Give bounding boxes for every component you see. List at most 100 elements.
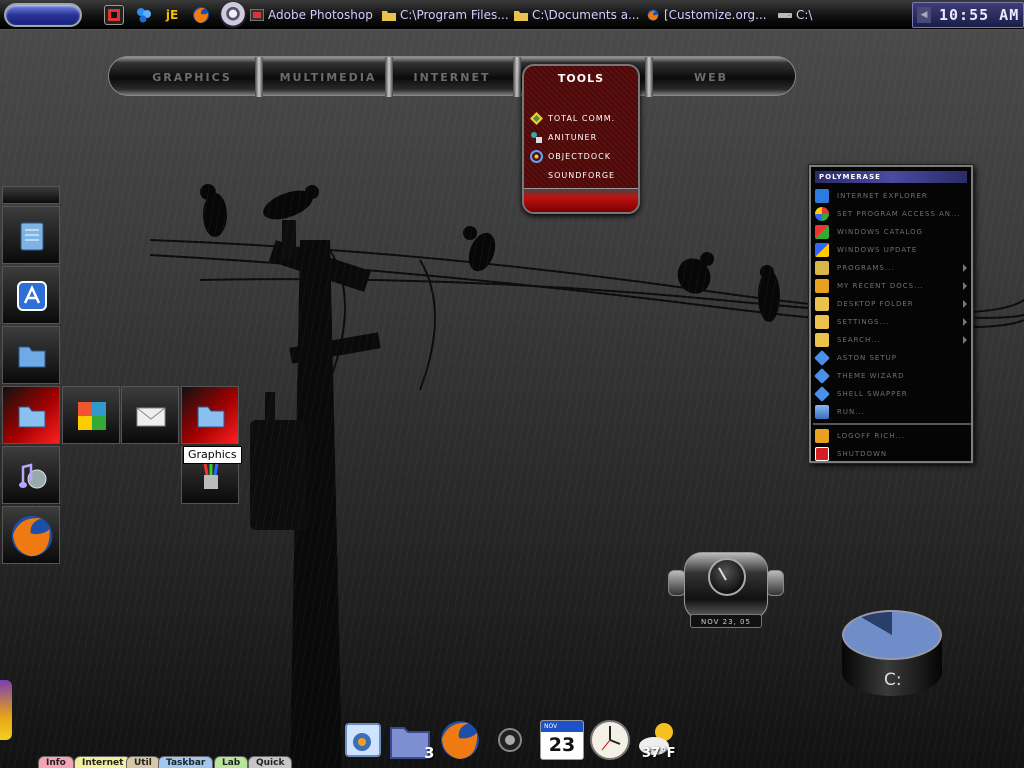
bottom-dock: 3 NOV 23 37°F xyxy=(342,712,682,768)
dock-item-app[interactable] xyxy=(2,266,60,324)
menu-item-search[interactable]: SEARCH... xyxy=(815,331,969,349)
clock-widget[interactable]: NOV 23, 05 xyxy=(668,552,784,636)
menu-item-label: ASTON SETUP xyxy=(837,354,897,362)
menu-item-desktop-folder[interactable]: DESKTOP FOLDER xyxy=(815,295,969,313)
clock-icon[interactable] xyxy=(588,718,632,762)
menu-item-internet-explorer[interactable]: INTERNET EXPLORER xyxy=(815,187,969,205)
menu-item-label: SHELL SWAPPER xyxy=(837,390,908,398)
menu-item-windows-catalog[interactable]: WINDOWS CATALOG xyxy=(815,223,969,241)
menu-item-label: SETTINGS... xyxy=(837,318,890,326)
tab-info[interactable]: Info xyxy=(38,756,74,768)
drive-widget[interactable]: C: xyxy=(842,606,946,702)
tools-item-soundforge[interactable]: SOUNDFORGE xyxy=(530,167,615,183)
photoshop-icon[interactable] xyxy=(104,5,124,25)
tab-quick[interactable]: Quick xyxy=(248,756,293,768)
menu-item-shutdown[interactable]: SHUTDOWN xyxy=(815,445,969,463)
windows-catalog-icon xyxy=(815,225,829,239)
tools-item-objectdock[interactable]: OBJECTDOCK xyxy=(530,148,611,164)
brushes-icon xyxy=(203,462,219,489)
ie-icon xyxy=(815,189,829,203)
tab-taskbar[interactable]: Taskbar xyxy=(158,756,214,768)
clock-face-icon xyxy=(708,558,746,596)
tools-item-label: SOUNDFORGE xyxy=(548,170,616,180)
dock-item-folder[interactable] xyxy=(2,326,60,384)
notepad-icon xyxy=(20,222,44,251)
menu-item-aston-setup[interactable]: ASTON SETUP xyxy=(814,349,969,367)
tab-util[interactable]: Util xyxy=(126,756,160,768)
dock-sub-puzzle[interactable] xyxy=(62,386,120,444)
folder-icon xyxy=(815,297,829,311)
logoff-icon xyxy=(815,429,829,443)
menu-separator xyxy=(385,57,393,97)
tools-item-total-comm[interactable]: TOTAL COMM. xyxy=(530,110,615,126)
menu-item-label: RUN... xyxy=(837,408,865,416)
calendar-day: 23 xyxy=(548,734,576,756)
firefox-icon[interactable] xyxy=(191,5,211,25)
calendar-icon[interactable]: NOV 23 xyxy=(540,720,584,760)
task-label: C:\ xyxy=(796,8,813,22)
menu-item-recent-docs[interactable]: MY RECENT DOCS... xyxy=(815,277,969,295)
menu-item-label: PROGRAMS... xyxy=(837,264,895,272)
mail-icon xyxy=(136,407,166,427)
menu-item-logoff[interactable]: LOGOFF RICH... xyxy=(815,427,969,445)
category-internet[interactable]: INTERNET xyxy=(393,57,511,97)
dock-item-notepad[interactable] xyxy=(2,206,60,264)
task-label: [Customize.org... xyxy=(664,8,767,22)
messenger-icon[interactable] xyxy=(134,5,154,25)
dock-sub-mail[interactable] xyxy=(121,386,179,444)
aston-setup-icon xyxy=(814,350,830,366)
run-icon xyxy=(815,405,829,419)
menu-item-label: DESKTOP FOLDER xyxy=(837,300,914,308)
programs-icon xyxy=(815,261,829,275)
firefox-icon xyxy=(646,9,660,21)
menu-separator xyxy=(813,423,971,425)
menu-item-label: SET PROGRAM ACCESS AN... xyxy=(837,210,961,218)
puzzle-icon xyxy=(78,402,106,430)
tools-item-anituner[interactable]: ANITUNER xyxy=(530,129,597,145)
category-multimedia[interactable]: MULTIMEDIA xyxy=(263,57,393,97)
menu-item-programs[interactable]: PROGRAMS... xyxy=(815,259,969,277)
menu-item-settings[interactable]: SETTINGS... xyxy=(815,313,969,331)
task-drive-c[interactable]: C:\ xyxy=(778,6,838,24)
clock[interactable]: 10:55 AM xyxy=(939,6,1019,24)
center-orb-icon[interactable] xyxy=(220,2,246,28)
photoshop-icon xyxy=(250,8,265,22)
dock-sub-graphics-folder[interactable] xyxy=(181,386,239,444)
tools-item-label: OBJECTDOCK xyxy=(548,151,611,161)
drive-label: C: xyxy=(884,670,902,690)
theme-wizard-icon xyxy=(814,368,830,384)
tray-expand-icon[interactable]: ◀ xyxy=(917,7,931,23)
category-tools[interactable]: TOOLS xyxy=(524,72,638,85)
music-icon xyxy=(19,463,47,489)
category-graphics[interactable]: GRAPHICS xyxy=(127,57,257,97)
firefox-icon[interactable] xyxy=(438,718,482,762)
menu-item-label: THEME WIZARD xyxy=(837,372,905,380)
category-web[interactable]: WEB xyxy=(653,57,769,97)
tab-lab[interactable]: Lab xyxy=(214,756,249,768)
menu-item-run[interactable]: RUN... xyxy=(815,403,969,421)
menu-item-shell-swapper[interactable]: SHELL SWAPPER xyxy=(814,385,969,403)
pictures-icon[interactable] xyxy=(342,718,386,762)
firefox-icon xyxy=(11,515,53,557)
windows-update-icon xyxy=(815,243,829,257)
menu-item-label: SEARCH... xyxy=(837,336,881,344)
task-documents[interactable]: C:\Documents a... xyxy=(514,6,642,24)
dock-item-firefox[interactable] xyxy=(2,506,60,564)
menu-item-set-program-access[interactable]: SET PROGRAM ACCESS AN... xyxy=(815,205,969,223)
task-customize[interactable]: [Customize.org... xyxy=(646,6,776,24)
je-icon[interactable]: jE xyxy=(162,5,182,25)
side-drawer-tab[interactable] xyxy=(0,680,12,740)
menu-item-windows-update[interactable]: WINDOWS UPDATE xyxy=(815,241,969,259)
graphics-folder-icon xyxy=(18,406,46,428)
center-orb-icon[interactable] xyxy=(496,726,524,754)
dock-item-music[interactable] xyxy=(2,446,60,504)
tab-internet[interactable]: Internet xyxy=(74,756,132,768)
dock-item-graphics-folder[interactable] xyxy=(2,386,60,444)
menu-item-theme-wizard[interactable]: THEME WIZARD xyxy=(814,367,969,385)
category-menu-bar: GRAPHICS MULTIMEDIA INTERNET WEB xyxy=(108,56,796,97)
folder-icon xyxy=(18,346,46,368)
task-program-files[interactable]: C:\Program Files... xyxy=(382,6,510,24)
task-photoshop[interactable]: Adobe Photoshop xyxy=(250,6,378,24)
start-button[interactable] xyxy=(4,3,82,27)
start-menu-title: POLYMERASE xyxy=(815,171,967,183)
